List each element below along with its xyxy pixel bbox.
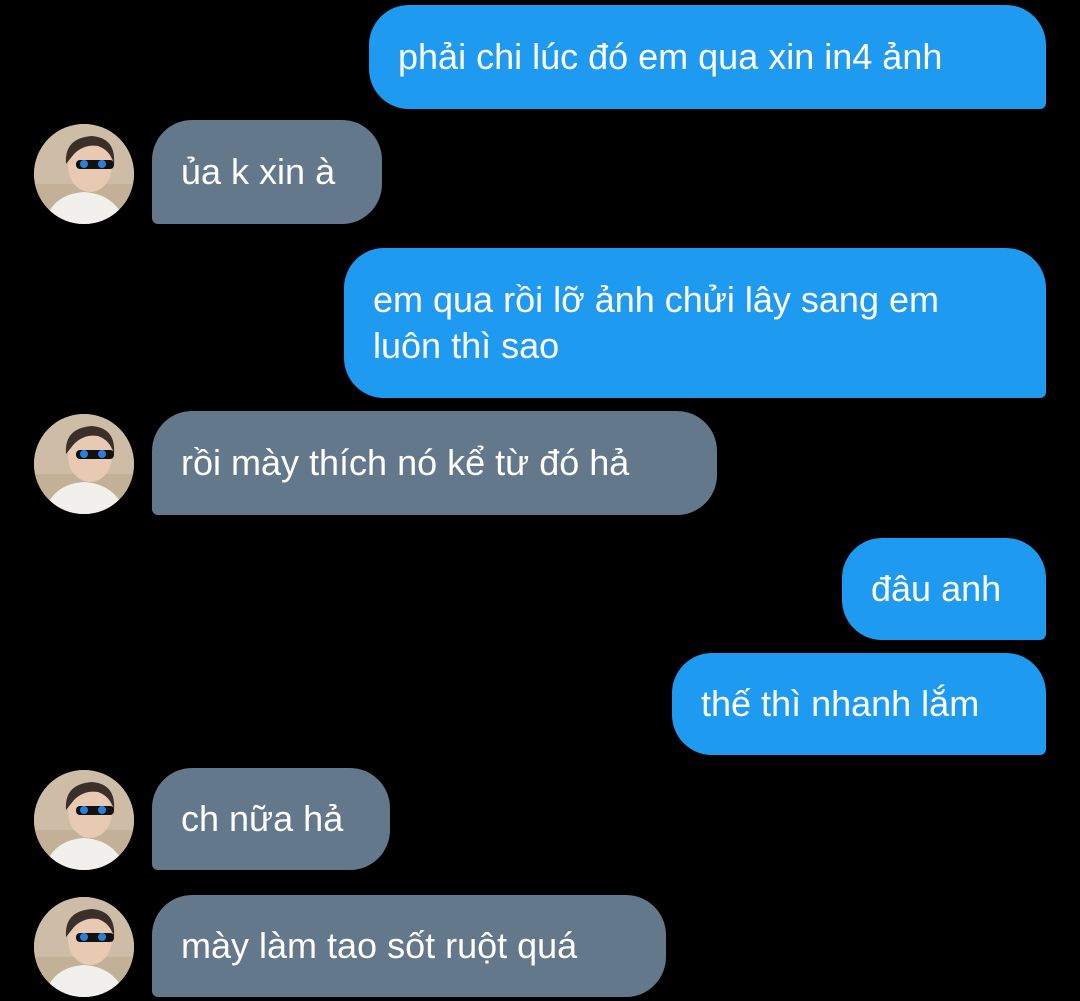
message-text: ủa k xin à: [181, 151, 336, 192]
avatar[interactable]: [34, 770, 134, 870]
profile-photo-icon: [34, 414, 134, 514]
message-bubble-sent[interactable]: đâu anh: [842, 538, 1046, 640]
profile-photo-icon: [34, 770, 134, 870]
avatar[interactable]: [34, 897, 134, 997]
avatar[interactable]: [34, 124, 134, 224]
message-bubble-received[interactable]: mày làm tao sốt ruột quá: [152, 895, 666, 997]
message-text: mày làm tao sốt ruột quá: [181, 925, 578, 966]
message-text: thế thì nhanh lắm: [701, 683, 980, 724]
message-bubble-received[interactable]: ch nữa hả: [152, 768, 390, 870]
message-text: em qua rồi lỡ ảnh chửi lây sang em luôn …: [373, 279, 939, 366]
message-bubble-sent[interactable]: thế thì nhanh lắm: [672, 653, 1046, 755]
message-bubble-sent[interactable]: phải chi lúc đó em qua xin in4 ảnh: [369, 5, 1046, 109]
avatar[interactable]: [34, 414, 134, 514]
message-bubble-received[interactable]: rồi mày thích nó kể từ đó hả: [152, 411, 717, 515]
profile-photo-icon: [34, 897, 134, 997]
message-text: phải chi lúc đó em qua xin in4 ảnh: [398, 36, 943, 77]
message-text: rồi mày thích nó kể từ đó hả: [181, 442, 630, 483]
profile-photo-icon: [34, 124, 134, 224]
message-bubble-received[interactable]: ủa k xin à: [152, 120, 382, 224]
message-text: ch nữa hả: [181, 798, 344, 839]
message-text: đâu anh: [871, 568, 1002, 609]
message-bubble-sent[interactable]: em qua rồi lỡ ảnh chửi lây sang em luôn …: [344, 248, 1046, 398]
